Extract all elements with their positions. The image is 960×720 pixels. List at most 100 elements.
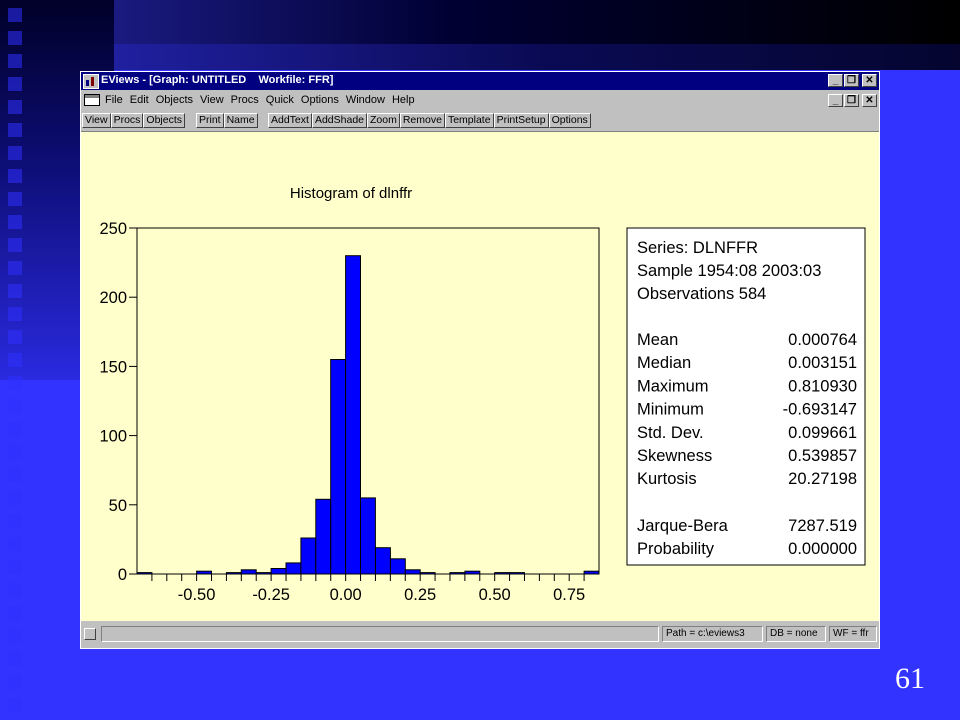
decor-square: [8, 606, 22, 620]
decor-square: [8, 468, 22, 482]
histogram-bar: [270, 568, 287, 575]
stat-value: 0.000000: [788, 540, 857, 558]
x-tick-label: 0.50: [479, 586, 511, 604]
histogram-bar: [345, 255, 362, 575]
decor-square: [8, 238, 22, 252]
slide-square-decoration: [0, 0, 30, 720]
doc-close-button[interactable]: ✕: [862, 94, 877, 107]
close-button[interactable]: ✕: [862, 74, 877, 87]
decor-square: [8, 307, 22, 321]
histogram-bar: [360, 497, 376, 575]
stat-label: Kurtosis: [637, 470, 697, 488]
toolbar-objects-button[interactable]: Objects: [143, 113, 186, 128]
decor-square: [8, 422, 22, 436]
toolbar-options-button[interactable]: Options: [548, 113, 591, 128]
decor-square: [8, 698, 22, 712]
menu-file[interactable]: File: [105, 94, 123, 106]
decor-square: [8, 100, 22, 114]
toolbar-group-object: View Procs Objects: [82, 113, 186, 128]
doc-restore-button[interactable]: ❐: [844, 94, 859, 107]
histogram-bar: [330, 359, 347, 575]
histogram-bar: [300, 537, 317, 575]
status-bar: Path = c:\eviews3 DB = none WF = ffr: [81, 623, 879, 647]
toolbar-addtext-button[interactable]: AddText: [268, 113, 312, 128]
document-window-icon[interactable]: [84, 94, 100, 106]
decor-square: [8, 284, 22, 298]
toolbar-print-button[interactable]: Print: [196, 113, 224, 128]
decor-square: [8, 31, 22, 45]
eviews-window: EViews - [Graph: UNTITLED Workfile: FFR]…: [80, 71, 880, 649]
x-tick-label: -0.25: [252, 586, 290, 604]
toolbar-group-graph: AddText AddShade Zoom Remove Template PrintSe…: [268, 113, 591, 128]
menu-help[interactable]: Help: [392, 94, 415, 106]
eviews-app-icon[interactable]: [83, 74, 99, 89]
slide-top-band: [114, 0, 960, 44]
stats-sample: Sample 1954:08 2003:03: [637, 262, 821, 280]
toolbar-view-button[interactable]: View: [82, 113, 111, 128]
graph-area[interactable]: Histogram of dlnffr 0 50 100 150 200 250 -0.5…: [81, 131, 879, 621]
stat-value: 20.27198: [788, 470, 857, 488]
stat-value: 0.000764: [788, 331, 857, 349]
toolbar-group-print: Print Name: [196, 113, 258, 128]
toolbar-procs-button[interactable]: Procs: [110, 113, 144, 128]
histogram-bar: [240, 569, 257, 575]
toolbar-printsetup-button[interactable]: PrintSetup: [493, 113, 549, 128]
status-indicator[interactable]: [84, 628, 96, 640]
menu-quick[interactable]: Quick: [266, 94, 294, 106]
title-window-controls: _ ❐ ✕: [828, 74, 877, 87]
menu-view[interactable]: View: [200, 94, 224, 106]
toolbar-name-button[interactable]: Name: [223, 113, 258, 128]
stat-value: 7287.519: [788, 517, 857, 535]
y-tick-label: 100: [99, 428, 127, 446]
status-message: [101, 626, 659, 642]
slide-page-number: 61: [895, 662, 925, 695]
y-tick-label: 200: [99, 289, 127, 307]
toolbar-zoom-button[interactable]: Zoom: [367, 113, 400, 128]
toolbar-remove-button[interactable]: Remove: [399, 113, 445, 128]
decor-square: [8, 77, 22, 91]
chart-title: Histogram of dlnffr: [290, 185, 412, 202]
restore-button[interactable]: ❐: [844, 74, 859, 87]
decor-square: [8, 652, 22, 666]
menu-window[interactable]: Window: [346, 94, 385, 106]
stat-label: Minimum: [637, 401, 704, 419]
stat-label: Jarque-Bera: [637, 517, 729, 535]
histogram-bar: [285, 562, 302, 575]
menu-objects[interactable]: Objects: [156, 94, 193, 106]
decor-square: [8, 491, 22, 505]
stat-value: 0.003151: [788, 354, 857, 372]
toolbar-addshade-button[interactable]: AddShade: [311, 113, 367, 128]
status-wf: WF = ffr: [829, 626, 877, 642]
decor-square: [8, 123, 22, 137]
decor-square: [8, 192, 22, 206]
y-tick-label: 50: [109, 497, 127, 515]
title-bar[interactable]: EViews - [Graph: UNTITLED Workfile: FFR]…: [81, 72, 879, 90]
x-tick-label: 0.25: [404, 586, 436, 604]
histogram-bar: [404, 569, 421, 575]
menu-edit[interactable]: Edit: [130, 94, 149, 106]
menu-procs[interactable]: Procs: [231, 94, 259, 106]
menu-options[interactable]: Options: [301, 94, 339, 106]
decor-square: [8, 330, 22, 344]
histogram-chart: Histogram of dlnffr 0 50 100 150 200 250 -0.5…: [99, 185, 866, 604]
decor-square: [8, 537, 22, 551]
decor-square: [8, 261, 22, 275]
minimize-button[interactable]: _: [828, 74, 843, 87]
stat-label: Skewness: [637, 447, 712, 465]
decor-square: [8, 215, 22, 229]
x-tick-label: 0.00: [330, 586, 362, 604]
x-tick-label: -0.50: [178, 586, 216, 604]
stats-series: Series: DLNFFR: [637, 239, 758, 257]
decor-square: [8, 8, 22, 22]
stat-value: -0.693147: [783, 401, 857, 419]
histogram-bar: [389, 558, 406, 575]
document-window-controls: _ ❐ ✕: [828, 94, 877, 107]
decor-square: [8, 54, 22, 68]
decor-square: [8, 675, 22, 689]
status-path: Path = c:\eviews3: [662, 626, 763, 642]
doc-minimize-button[interactable]: _: [828, 94, 843, 107]
decor-square: [8, 445, 22, 459]
toolbar-template-button[interactable]: Template: [444, 113, 494, 128]
y-tick-label: 250: [99, 220, 127, 238]
menu-bar: File Edit Objects View Procs Quick Options Wind…: [81, 91, 879, 110]
